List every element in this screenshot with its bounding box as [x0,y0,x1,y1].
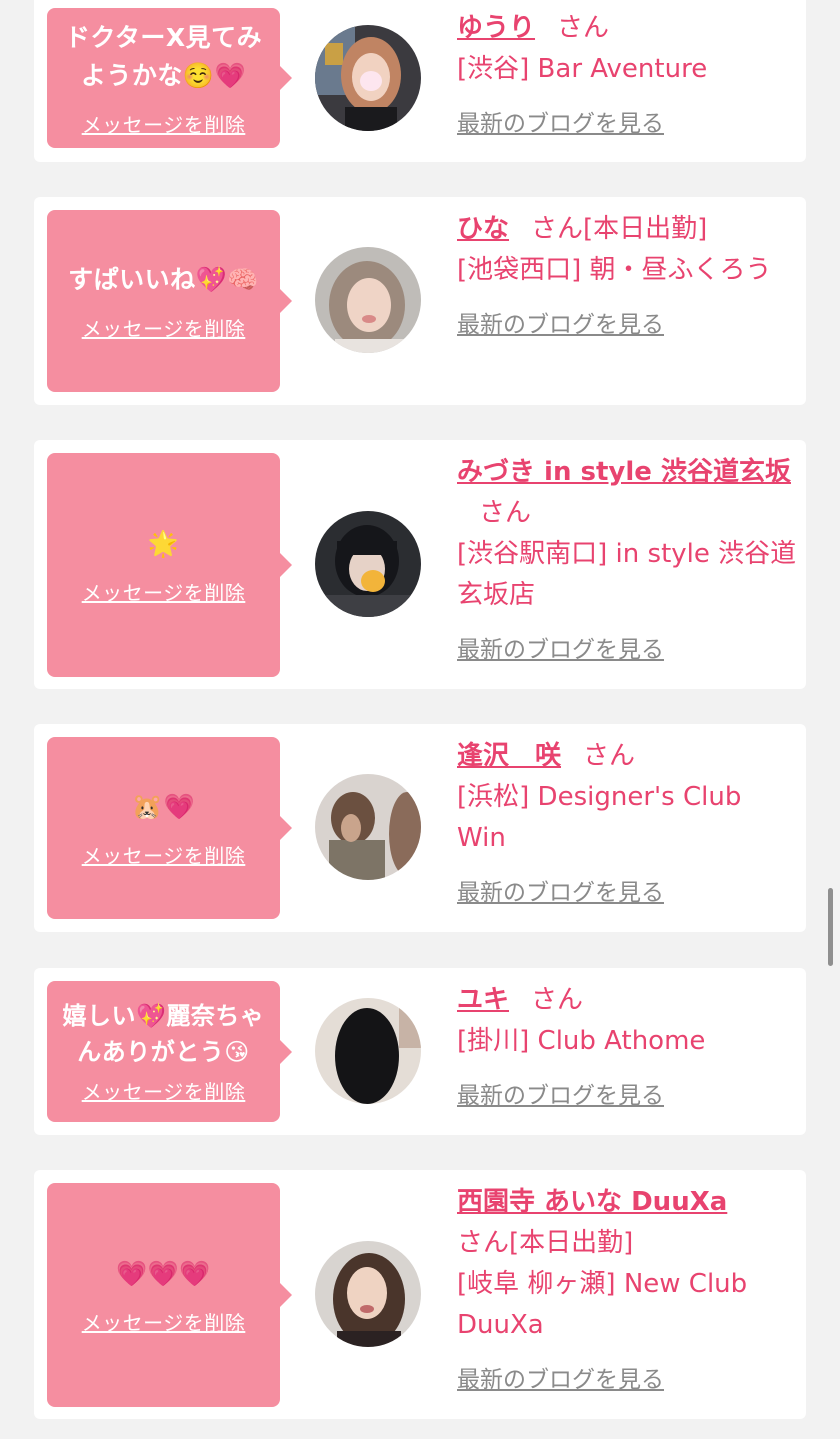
message-card: 🌟 メッセージを削除 みづき in style 渋谷道玄坂さん [渋谷駅南口] … [34,440,806,689]
avatar[interactable] [315,511,421,617]
message-bubble: 🐹💗 メッセージを削除 [47,737,292,919]
latest-blog-link[interactable]: 最新のブログを見る [457,1076,797,1117]
cast-info: ひな さん[本日出勤] [池袋西口] 朝・昼ふくろう 最新のブログを見る [457,209,797,346]
message-card: 嬉しい💖麗奈ちゃんありがとう😘 メッセージを削除 ユキ さん [掛川] Club … [34,968,806,1135]
avatar[interactable] [315,998,421,1104]
avatar[interactable] [315,1241,421,1347]
status-label: [本日出勤] [509,1228,634,1258]
delete-message-link[interactable]: メッセージを削除 [82,313,246,342]
message-bubble: 💗💗💗 メッセージを削除 [47,1183,292,1407]
honorific: さん [531,985,584,1015]
cast-info: 逢沢 咲さん [浜松] Designer's Club Win 最新のブログを見… [457,736,797,914]
honorific: さん [531,214,584,244]
latest-blog-link[interactable]: 最新のブログを見る [457,1360,797,1401]
cast-info: ユキ さん [掛川] Club Athome 最新のブログを見る [457,980,797,1117]
delete-message-link[interactable]: メッセージを削除 [82,840,246,869]
cast-info: 西園寺 あいな DuuXa さん[本日出勤] [岐阜 柳ヶ瀬] New Club … [457,1182,797,1401]
honorific: さん [583,741,636,771]
message-text: 🐹💗 [131,791,196,821]
message-card: ドクターX見てみようかな☺️💗 メッセージを削除 ゆうり さん [渋谷] Bar … [34,0,806,162]
latest-blog-link[interactable]: 最新のブログを見る [457,630,797,671]
message-card: 💗💗💗 メッセージを削除 西園寺 あいな DuuXa さん[本日出勤] [岐阜 柳… [34,1170,806,1419]
avatar[interactable] [315,25,421,131]
delete-message-link[interactable]: メッセージを削除 [82,577,246,606]
message-card: すぱいいね💖🧠 メッセージを削除 ひな さん[本日出勤] [池袋西口] 朝・昼ふく… [34,197,806,405]
scrollbar[interactable] [828,888,833,966]
message-text: 💗💗💗 [116,1258,211,1288]
delete-message-link[interactable]: メッセージを削除 [82,1307,246,1336]
message-bubble: 🌟 メッセージを削除 [47,453,292,677]
avatar[interactable] [315,247,421,353]
cast-name-link[interactable]: ひな [457,214,509,244]
message-bubble: 嬉しい💖麗奈ちゃんありがとう😘 メッセージを削除 [47,981,292,1122]
message-bubble: すぱいいね💖🧠 メッセージを削除 [47,210,292,392]
latest-blog-link[interactable]: 最新のブログを見る [457,873,797,914]
shop-name: [岐阜 柳ヶ瀬] New Club DuuXa [457,1269,748,1340]
honorific: さん [557,13,610,43]
avatar[interactable] [315,774,421,880]
cast-name-link[interactable]: ユキ [457,985,509,1015]
cast-name-link[interactable]: ゆうり [457,13,535,43]
latest-blog-link[interactable]: 最新のブログを見る [457,305,797,346]
shop-name: [掛川] Club Athome [457,1026,706,1056]
shop-name: [渋谷駅南口] in style 渋谷道玄坂店 [457,539,797,610]
message-text: ドクターX見てみようかな☺️💗 [64,22,263,90]
cast-name-link[interactable]: 西園寺 あいな DuuXa [457,1187,727,1217]
cast-name-link[interactable]: 逢沢 咲 [457,741,561,771]
cast-info: みづき in style 渋谷道玄坂さん [渋谷駅南口] in style 渋谷… [457,452,797,671]
message-text: 嬉しい💖麗奈ちゃんありがとう😘 [62,1002,265,1066]
message-text: すぱいいね💖🧠 [68,264,259,294]
message-text: 🌟 [147,528,180,558]
delete-message-link[interactable]: メッセージを削除 [82,109,246,138]
shop-name: [渋谷] Bar Aventure [457,54,708,84]
status-label: [本日出勤] [583,214,708,244]
delete-message-link[interactable]: メッセージを削除 [82,1076,246,1105]
shop-name: [池袋西口] 朝・昼ふくろう [457,255,772,285]
cast-info: ゆうり さん [渋谷] Bar Aventure 最新のブログを見る [457,8,797,145]
message-bubble: ドクターX見てみようかな☺️💗 メッセージを削除 [47,8,292,148]
message-card: 🐹💗 メッセージを削除 逢沢 咲さん [浜松] Designer's Club … [34,724,806,932]
honorific: さん [479,498,532,528]
honorific: さん [457,1228,510,1258]
latest-blog-link[interactable]: 最新のブログを見る [457,104,797,145]
cast-name-link[interactable]: みづき in style 渋谷道玄坂 [457,457,791,487]
shop-name: [浜松] Designer's Club Win [457,782,742,853]
